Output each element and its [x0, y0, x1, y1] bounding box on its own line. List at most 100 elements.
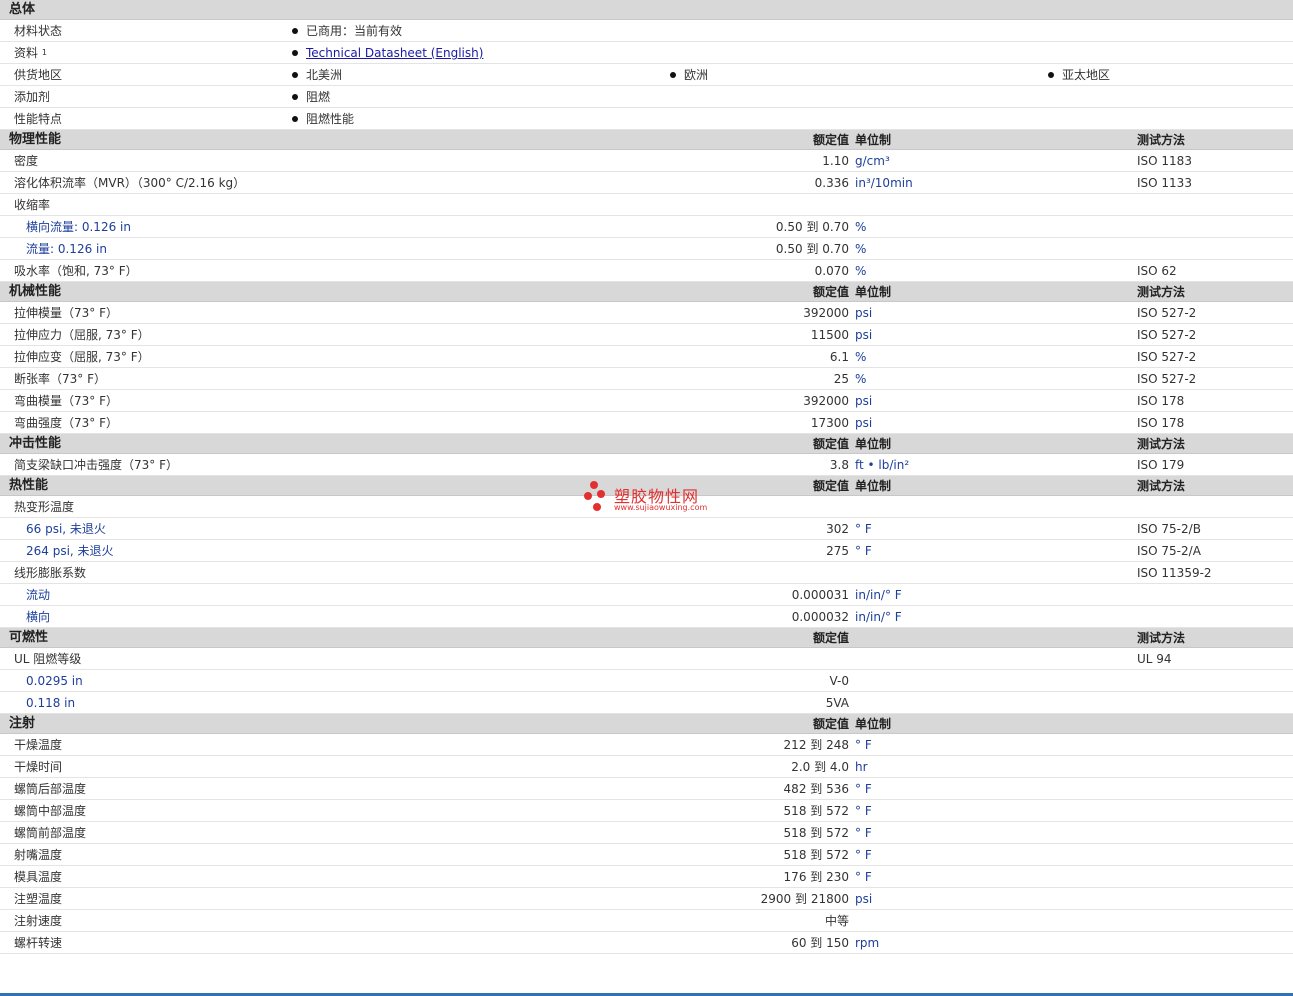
section-header: 物理性能 额定值 单位制 测试方法 — [0, 130, 1293, 150]
property-label: 模具温度 — [14, 870, 63, 884]
property-method: ISO 527-2 — [1137, 328, 1197, 342]
property-unit: ° F — [855, 870, 872, 884]
footnote-marker: 1 — [41, 48, 47, 57]
watermark-dots-icon — [584, 481, 605, 511]
property-row: 干燥时间 2.0 到 4.0 hr — [0, 756, 1293, 778]
property-label: 拉伸模量（73° F） — [14, 306, 118, 320]
property-unit: psi — [855, 328, 873, 342]
property-value: V-0 — [829, 674, 849, 688]
region-asia-pacific: 亚太地区 — [1047, 68, 1111, 82]
bullet-item: Technical Datasheet (English) — [291, 46, 483, 60]
header-unit: 单位制 — [855, 717, 892, 731]
property-value: 0.50 到 0.70 — [775, 220, 849, 234]
property-unit: ft • lb/in² — [855, 458, 910, 472]
property-value: 0.336 — [814, 176, 849, 190]
header-unit: 单位制 — [855, 133, 892, 147]
general-row-additives: 添加剂 阻燃 — [0, 86, 1293, 108]
property-row: 模具温度 176 到 230 ° F — [0, 866, 1293, 888]
property-value: 11500 — [810, 328, 849, 342]
property-unit: g/cm³ — [855, 154, 890, 168]
property-unit: % — [855, 372, 867, 386]
general-row-status: 材料状态 已商用：当前有效 — [0, 20, 1293, 42]
property-value: 2900 到 21800 — [760, 892, 849, 906]
property-unit: ° F — [855, 544, 872, 558]
property-label: 0.0295 in — [26, 674, 83, 688]
header-unit: 单位制 — [855, 437, 892, 451]
section-header: 机械性能 额定值 单位制 测试方法 — [0, 282, 1293, 302]
bullet-item: 阻燃性能 — [291, 112, 355, 126]
property-row: 线形膨胀系数 ISO 11359-2 — [0, 562, 1293, 584]
property-value: 2.0 到 4.0 — [791, 760, 849, 774]
property-unit: hr — [855, 760, 868, 774]
section-title: 总体 — [9, 2, 36, 17]
property-unit: % — [855, 220, 867, 234]
property-method: ISO 75-2/A — [1137, 544, 1201, 558]
property-row: 射嘴温度 518 到 572 ° F — [0, 844, 1293, 866]
property-row: 流动 0.000031 in/in/° F — [0, 584, 1293, 606]
property-value: 17300 — [810, 416, 849, 430]
property-row: UL 阻燃等级 UL 94 — [0, 648, 1293, 670]
header-value: 额定值 — [812, 133, 849, 147]
property-row: 横向 0.000032 in/in/° F — [0, 606, 1293, 628]
row-label: 资料 1 — [14, 46, 47, 60]
header-method: 测试方法 — [1137, 479, 1186, 493]
property-value: 392000 — [803, 394, 849, 408]
technical-datasheet-link[interactable]: Technical Datasheet (English) — [306, 46, 483, 60]
header-value: 额定值 — [812, 479, 849, 493]
property-value: 6.1 — [829, 350, 849, 364]
property-row: 0.118 in 5VA — [0, 692, 1293, 714]
property-method: ISO 11359-2 — [1137, 566, 1212, 580]
property-row: 螺筒后部温度 482 到 536 ° F — [0, 778, 1293, 800]
property-row: 0.0295 in V-0 — [0, 670, 1293, 692]
property-unit: % — [855, 350, 867, 364]
row-label: 材料状态 — [14, 24, 63, 38]
section-header: 冲击性能 额定值 单位制 测试方法 — [0, 434, 1293, 454]
property-method: ISO 75-2/B — [1137, 522, 1201, 536]
property-label: 0.118 in — [26, 696, 76, 710]
property-unit: in³/10min — [855, 176, 913, 190]
property-method: ISO 527-2 — [1137, 306, 1197, 320]
section-title: 冲击性能 — [9, 436, 62, 451]
row-label: 添加剂 — [14, 90, 51, 104]
property-label: 注射速度 — [14, 914, 63, 928]
property-row: 流量: 0.126 in 0.50 到 0.70% — [0, 238, 1293, 260]
property-label: 流量: 0.126 in — [26, 242, 107, 256]
property-row: 吸水率（饱和, 73° F） 0.070% ISO 62 — [0, 260, 1293, 282]
property-unit: ° F — [855, 738, 872, 752]
property-row: 弯曲模量（73° F） 392000 psi ISO 178 — [0, 390, 1293, 412]
property-value: 0.000031 — [791, 588, 849, 602]
watermark-url: www.sujiaowuxing.com — [614, 503, 708, 512]
header-method: 测试方法 — [1137, 285, 1186, 299]
header-value: 额定值 — [812, 285, 849, 299]
section-header: 可燃性 额定值 测试方法 — [0, 628, 1293, 648]
property-unit: psi — [855, 892, 873, 906]
property-value: 482 到 536 — [783, 782, 849, 796]
property-label: 注塑温度 — [14, 892, 63, 906]
property-label: 螺杆转速 — [14, 936, 63, 950]
property-unit: ° F — [855, 522, 872, 536]
property-label: 螺筒后部温度 — [14, 782, 87, 796]
property-label: 射嘴温度 — [14, 848, 63, 862]
property-unit: rpm — [855, 936, 880, 950]
property-value: 25 — [833, 372, 849, 386]
header-value: 额定值 — [812, 631, 849, 645]
property-unit: in/in/° F — [855, 610, 902, 624]
property-value: 275 — [826, 544, 849, 558]
property-method: UL 94 — [1137, 652, 1172, 666]
property-value: 302 — [826, 522, 849, 536]
property-value: 0.070 — [814, 264, 849, 278]
property-value: 中等 — [824, 914, 849, 928]
region-europe: 欧洲 — [669, 68, 709, 82]
bullet-item: 已商用：当前有效 — [291, 24, 403, 38]
property-unit: ° F — [855, 848, 872, 862]
property-label: 弯曲模量（73° F） — [14, 394, 118, 408]
property-row: 螺筒中部温度 518 到 572 ° F — [0, 800, 1293, 822]
property-row: 干燥温度 212 到 248 ° F — [0, 734, 1293, 756]
property-value: 518 到 572 — [783, 804, 849, 818]
property-method: ISO 178 — [1137, 394, 1185, 408]
bullet-item: 阻燃 — [291, 90, 331, 104]
property-method: ISO 179 — [1137, 458, 1185, 472]
region-north-america: 北美洲 — [291, 68, 343, 82]
section-title: 注射 — [9, 716, 36, 731]
property-label: 螺筒中部温度 — [14, 804, 87, 818]
